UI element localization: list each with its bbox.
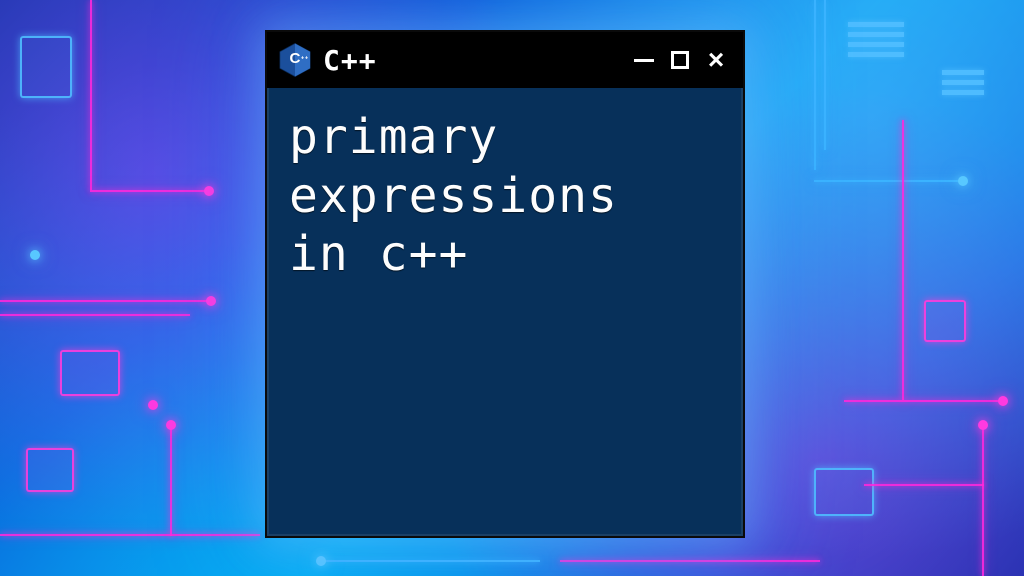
terminal-content: primary expressions in c++ <box>267 88 743 304</box>
close-icon: × <box>708 46 724 74</box>
maximize-icon <box>671 51 689 69</box>
scene-background: C + + C++ × primary expressions in c++ <box>0 0 1024 576</box>
terminal-window: C + + C++ × primary expressions in c++ <box>265 30 745 538</box>
minimize-icon <box>634 59 654 62</box>
svg-text:C: C <box>290 50 301 67</box>
close-button[interactable]: × <box>703 47 729 73</box>
window-controls: × <box>631 47 729 73</box>
window-titlebar[interactable]: C + + C++ × <box>267 32 743 88</box>
cpp-logo-icon: C + + <box>277 42 313 78</box>
minimize-button[interactable] <box>631 47 657 73</box>
maximize-button[interactable] <box>667 47 693 73</box>
window-title: C++ <box>323 44 621 77</box>
